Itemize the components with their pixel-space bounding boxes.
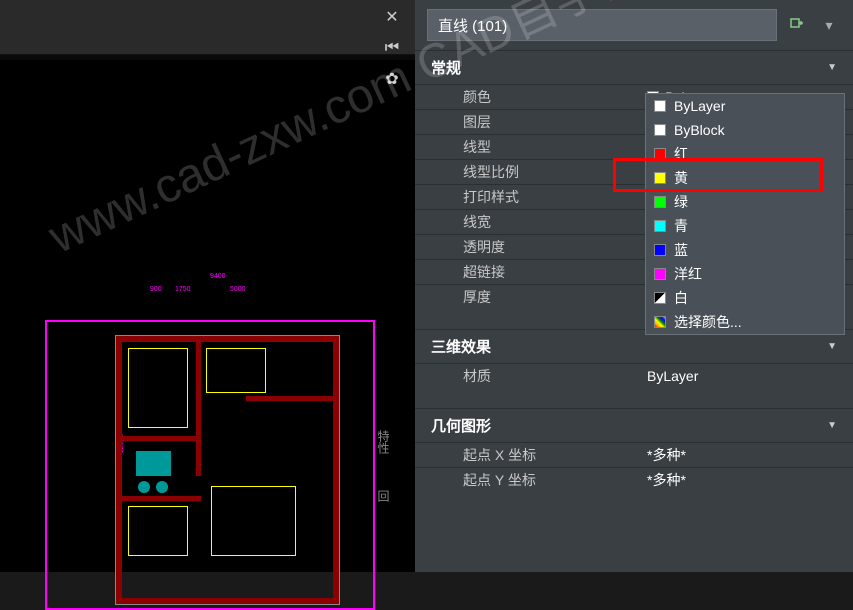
color-swatch bbox=[654, 124, 666, 136]
color-swatch bbox=[654, 244, 666, 256]
option-label: 黄 bbox=[674, 168, 688, 188]
room bbox=[206, 348, 266, 393]
prop-row-start-x: 起点 X 坐标 *多种* bbox=[415, 442, 853, 467]
prop-label: 线型 bbox=[415, 137, 645, 157]
prop-label: 线型比例 bbox=[415, 162, 645, 182]
floorplan-walls bbox=[115, 335, 340, 605]
option-label: 绿 bbox=[674, 192, 688, 212]
option-label: 白 bbox=[674, 288, 688, 308]
color-swatch bbox=[654, 148, 666, 160]
option-label: 蓝 bbox=[674, 240, 688, 260]
prop-label: 起点 Y 坐标 bbox=[415, 470, 645, 490]
object-type-dropdown[interactable]: 直线 (101) bbox=[427, 9, 777, 41]
room bbox=[128, 506, 188, 556]
prop-value-start-x[interactable]: *多种* bbox=[645, 443, 853, 467]
wall bbox=[333, 336, 339, 604]
color-option-bylayer[interactable]: ByLayer bbox=[646, 94, 844, 118]
prop-value-start-y[interactable]: *多种* bbox=[645, 468, 853, 492]
color-option-magenta[interactable]: 洋红 bbox=[646, 262, 844, 286]
prop-label: 超链接 bbox=[415, 262, 645, 282]
option-label: 洋红 bbox=[674, 264, 702, 284]
fixture bbox=[156, 481, 168, 493]
prop-label: 起点 X 坐标 bbox=[415, 445, 645, 465]
color-swatch bbox=[654, 268, 666, 280]
color-option-select[interactable]: 选择颜色... bbox=[646, 310, 844, 334]
dimension-text: 900 bbox=[150, 286, 162, 293]
prop-label: 厚度 bbox=[415, 287, 645, 307]
prop-value-material[interactable]: ByLayer bbox=[645, 364, 853, 388]
chevron-down-icon: ▼ bbox=[827, 62, 837, 73]
color-option-cyan[interactable]: 青 bbox=[646, 214, 844, 238]
wall bbox=[246, 396, 336, 401]
prop-label: 线宽 bbox=[415, 212, 645, 232]
selection-header: 直线 (101) ▾ bbox=[415, 0, 853, 50]
color-option-white[interactable]: 白 bbox=[646, 286, 844, 310]
option-label: 红 bbox=[674, 144, 688, 164]
prop-label: 材质 bbox=[415, 366, 645, 386]
category-title: 三维效果 bbox=[431, 336, 491, 357]
prop-row-material: 材质 ByLayer bbox=[415, 363, 853, 388]
selection-label: 直线 (101) bbox=[438, 15, 507, 36]
prop-label: 透明度 bbox=[415, 237, 645, 257]
color-option-yellow[interactable]: 黄 bbox=[646, 166, 844, 190]
fixture bbox=[138, 481, 150, 493]
room bbox=[128, 348, 188, 428]
prop-label: 图层 bbox=[415, 112, 645, 132]
pickset-icon[interactable]: ▾ bbox=[817, 13, 841, 37]
wall bbox=[116, 336, 339, 342]
drawing-viewport[interactable]: 9400 900 1750 5000 12600 bbox=[0, 0, 415, 572]
category-title: 常规 bbox=[431, 57, 461, 78]
option-label: ByBlock bbox=[674, 122, 725, 138]
color-option-green[interactable]: 绿 bbox=[646, 190, 844, 214]
wall bbox=[116, 598, 339, 604]
color-swatch bbox=[654, 196, 666, 208]
color-option-byblock[interactable]: ByBlock bbox=[646, 118, 844, 142]
value-text: *多种* bbox=[647, 470, 686, 490]
color-option-red[interactable]: 红 bbox=[646, 142, 844, 166]
wall bbox=[196, 336, 201, 476]
color-option-blue[interactable]: 蓝 bbox=[646, 238, 844, 262]
panel-controls: ✕ ⏮ ✿ bbox=[375, 0, 415, 96]
color-swatch bbox=[654, 220, 666, 232]
wall bbox=[116, 336, 122, 604]
color-dropdown-menu: ByLayer ByBlock 红 黄 绿 青 蓝 洋红 白 选择颜色... bbox=[645, 93, 845, 335]
chevron-down-icon: ▼ bbox=[827, 341, 837, 352]
category-geometry[interactable]: 几何图形 ▼ bbox=[415, 408, 853, 442]
chevron-down-icon: ▼ bbox=[827, 420, 837, 431]
category-title: 几何图形 bbox=[431, 415, 491, 436]
panel-tab-label[interactable]: 回 bbox=[375, 490, 392, 502]
quickselect-icon[interactable] bbox=[785, 13, 809, 37]
value-text: *多种* bbox=[647, 445, 686, 465]
top-toolbar bbox=[0, 0, 415, 55]
option-label: ByLayer bbox=[674, 98, 725, 114]
collapse-icon[interactable]: ⏮ bbox=[378, 34, 406, 62]
value-text: ByLayer bbox=[647, 368, 698, 384]
option-label: 选择颜色... bbox=[674, 312, 742, 332]
prop-label: 颜色 bbox=[415, 87, 645, 107]
settings-icon[interactable]: ✿ bbox=[378, 65, 406, 93]
color-swatch bbox=[654, 100, 666, 112]
close-icon[interactable]: ✕ bbox=[378, 3, 406, 31]
wall bbox=[116, 496, 201, 501]
option-label: 青 bbox=[674, 216, 688, 236]
dimension-text: 9400 bbox=[210, 273, 226, 280]
room bbox=[211, 486, 296, 556]
category-general[interactable]: 常规 ▼ bbox=[415, 50, 853, 84]
prop-label: 打印样式 bbox=[415, 187, 645, 207]
prop-row-start-y: 起点 Y 坐标 *多种* bbox=[415, 467, 853, 492]
color-picker-icon bbox=[654, 316, 666, 328]
drawing-canvas[interactable]: 9400 900 1750 5000 12600 bbox=[0, 60, 415, 572]
color-swatch bbox=[654, 172, 666, 184]
panel-tab-label[interactable]: 特性 bbox=[375, 430, 392, 454]
color-swatch bbox=[654, 292, 666, 304]
fixture bbox=[136, 451, 171, 476]
dimension-text: 5000 bbox=[230, 286, 246, 293]
wall bbox=[116, 436, 201, 441]
dimension-text: 1750 bbox=[175, 286, 191, 293]
